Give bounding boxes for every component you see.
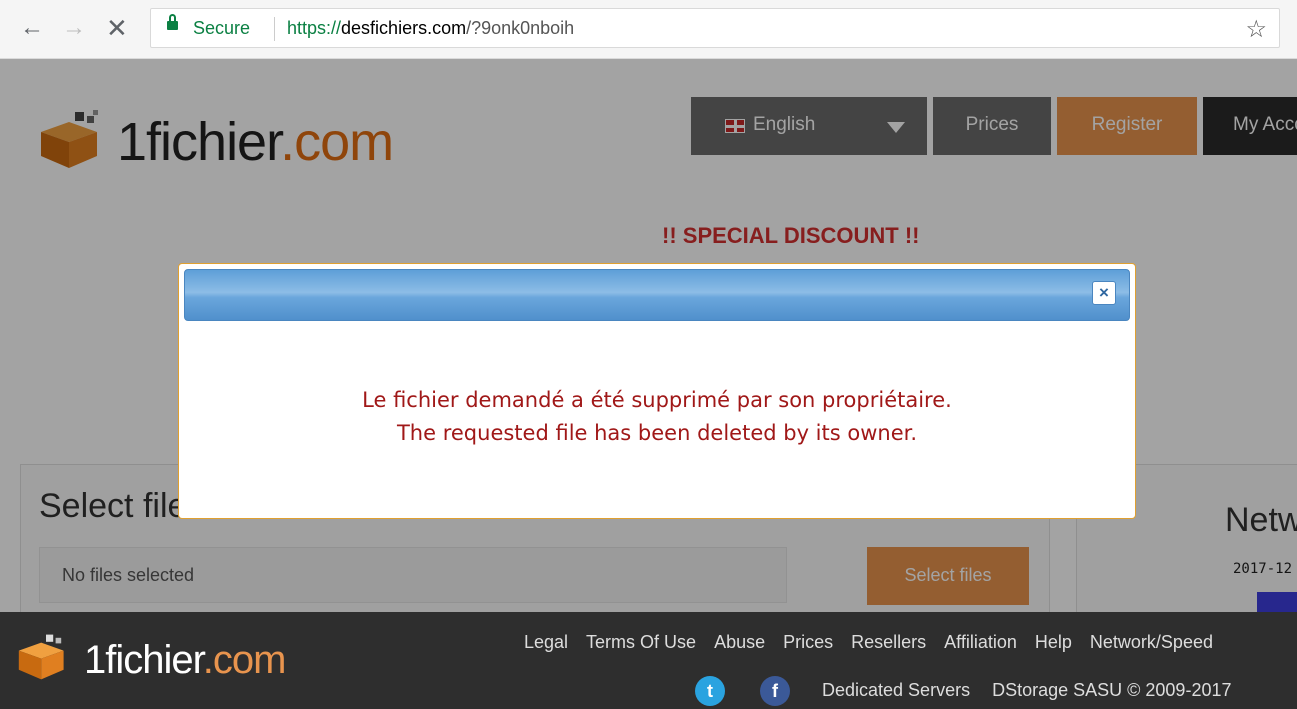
footer-link-legal[interactable]: Legal xyxy=(524,632,568,652)
twitter-icon[interactable]: t xyxy=(695,676,725,706)
footer-link-prices[interactable]: Prices xyxy=(783,632,833,652)
secure-label: Secure xyxy=(193,18,251,38)
url-host: desfichiers.com xyxy=(341,18,467,38)
close-icon[interactable]: × xyxy=(1092,281,1116,305)
url-scheme: https:// xyxy=(287,18,342,38)
page-content: 1fichier.com English Prices Register My … xyxy=(0,59,1297,709)
omnibox-divider xyxy=(274,17,275,41)
dedicated-servers-link[interactable]: Dedicated Servers xyxy=(822,680,970,700)
footer-link-help[interactable]: Help xyxy=(1035,632,1072,652)
footer-links: Legal Terms Of Use Abuse Prices Resellers Aff… xyxy=(524,632,1231,653)
stop-loading-icon[interactable]: ✕ xyxy=(106,14,128,42)
address-bar[interactable]: Secure https://desfichiers.com/?9onk0nbo… xyxy=(150,8,1280,48)
footer-link-resellers[interactable]: Resellers xyxy=(851,632,926,652)
footer-logo-name: 1fichier xyxy=(84,638,204,682)
footer-logo[interactable]: 1fichier.com xyxy=(14,626,344,696)
browser-toolbar: ← → ✕ Secure https://desfichiers.com/?9o… xyxy=(0,0,1297,59)
back-arrow-icon[interactable]: ← xyxy=(20,14,44,42)
footer-bottom: Dedicated Servers DStorage SASU © 2009-20… xyxy=(822,680,1231,701)
dialog-message: Le fichier demandé a été supprimé par so… xyxy=(179,384,1135,450)
dialog-titlebar[interactable] xyxy=(184,269,1130,321)
facebook-icon[interactable]: f xyxy=(760,676,790,706)
footer-logo-tld: .com xyxy=(202,638,287,682)
footer-link-terms[interactable]: Terms Of Use xyxy=(586,632,696,652)
footer-cube-logo-icon xyxy=(18,634,64,680)
url-text[interactable]: https://desfichiers.com/?9onk0nboih xyxy=(287,18,574,39)
bookmark-star-icon[interactable]: ☆ xyxy=(1245,15,1267,44)
message-french: Le fichier demandé a été supprimé par so… xyxy=(362,388,952,412)
footer-link-affiliation[interactable]: Affiliation xyxy=(944,632,1017,652)
footer-logo-text: 1fichier.com xyxy=(84,636,287,684)
url-path: /?9onk0nboih xyxy=(466,18,575,38)
file-deleted-dialog: × Le fichier demandé a été supprimé par … xyxy=(178,263,1136,519)
footer-link-network[interactable]: Network/Speed xyxy=(1090,632,1213,652)
footer-link-abuse[interactable]: Abuse xyxy=(714,632,765,652)
lock-icon xyxy=(167,14,178,31)
copyright: DStorage SASU © 2009-2017 xyxy=(992,680,1232,700)
message-english: The requested file has been deleted by i… xyxy=(396,421,917,445)
footer: 1fichier.com Legal Terms Of Use Abuse Price… xyxy=(0,612,1297,709)
forward-arrow-icon[interactable]: → xyxy=(62,14,86,42)
